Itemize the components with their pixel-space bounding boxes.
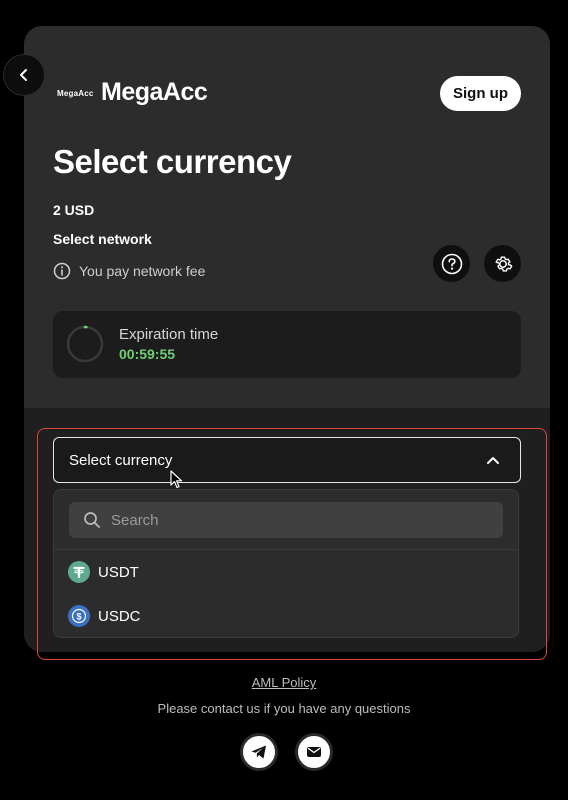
amount-text: 2 USD [53,202,95,218]
countdown-ring-icon [66,325,104,363]
contact-text: Please contact us if you have any questi… [157,701,411,716]
currency-select[interactable]: Select currency [53,437,521,483]
option-label: USDC [98,607,141,625]
chevron-up-icon[interactable] [486,453,500,467]
signup-button[interactable]: Sign up [440,76,521,111]
expiration-timer: 00:59:55 [119,346,176,362]
mouse-cursor-icon [170,470,183,489]
search-box[interactable] [69,502,503,538]
fee-note-text: You pay network fee [79,263,206,279]
expiration-panel: Expiration time 00:59:55 [53,311,521,378]
info-icon [53,262,71,280]
network-label: Select network [53,231,152,247]
back-button[interactable] [3,54,45,96]
mail-icon [307,747,321,757]
logo-mark: MegaAcc [57,89,94,98]
question-icon [441,253,462,274]
search-icon [84,512,100,528]
expiration-label: Expiration time [119,326,219,343]
option-usdc[interactable]: $ USDC [68,604,141,628]
option-usdt[interactable]: USDT [68,560,139,584]
telegram-icon [251,745,266,759]
page-title: Select currency [53,143,292,180]
currency-dropdown: USDT $ USDC [53,489,519,638]
gear-icon [494,255,512,272]
email-button[interactable] [295,733,333,771]
tether-icon [68,561,90,583]
option-label: USDT [98,563,139,581]
search-input[interactable] [111,511,491,529]
usdc-icon: $ [68,605,90,627]
aml-policy-link[interactable]: AML Policy [0,675,568,690]
logo-text: MegaAcc [101,78,208,106]
dropdown-divider [54,549,518,550]
telegram-button[interactable] [240,733,278,771]
fee-note: You pay network fee [53,262,205,280]
svg-text:$: $ [76,611,81,621]
chevron-left-icon [20,69,27,81]
currency-select-value: Select currency [69,451,173,469]
help-button[interactable] [433,245,470,282]
settings-button[interactable] [484,245,521,282]
